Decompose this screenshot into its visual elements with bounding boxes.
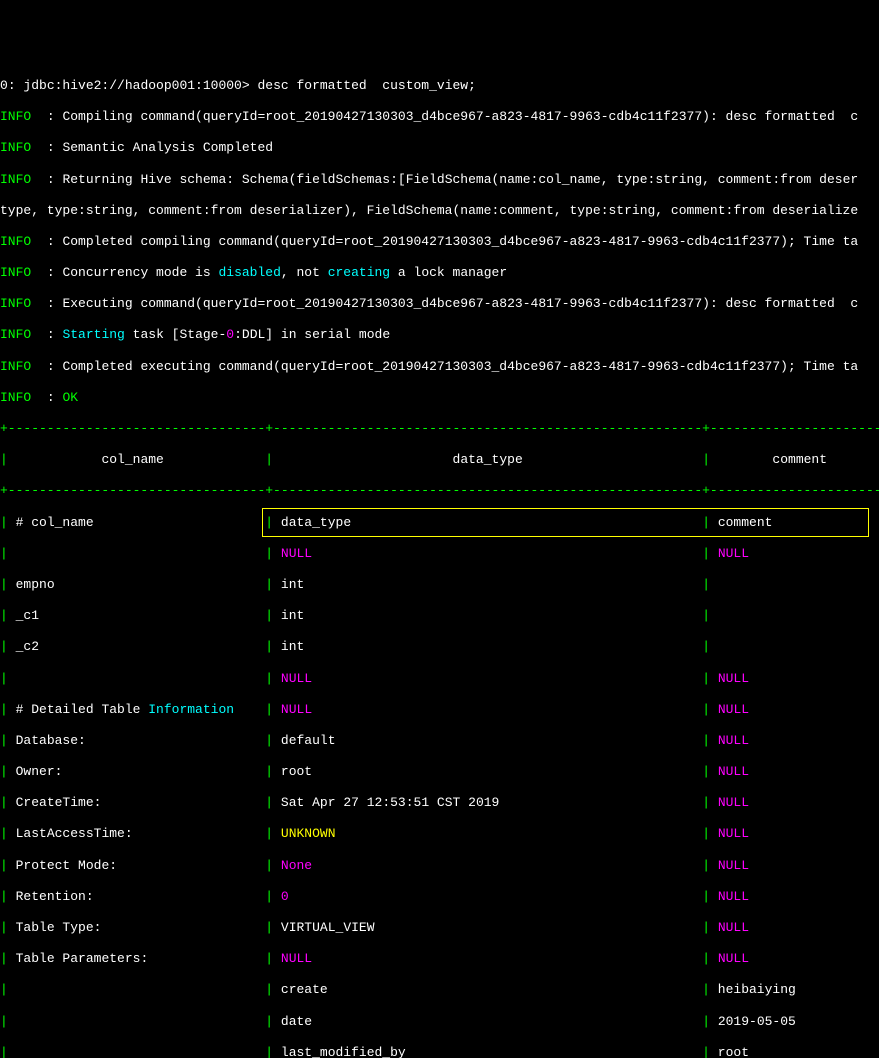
table-row: | CreateTime: | Sat Apr 27 12:53:51 CST … xyxy=(0,795,879,811)
log-line: INFO : Concurrency mode is disabled, not… xyxy=(0,265,879,281)
command-input[interactable]: desc formatted custom_view; xyxy=(257,78,475,93)
header-col2: data_type xyxy=(453,452,523,467)
table-separator: +---------------------------------+-----… xyxy=(0,421,879,437)
log-line: type, type:string, comment:from deserial… xyxy=(0,203,879,219)
prompt-path: jdbc:hive2://hadoop001:10000 xyxy=(23,78,241,93)
table-row: | _c2 | int | | xyxy=(0,639,879,655)
table-row: | # Detailed Table Information | NULL | … xyxy=(0,702,879,718)
table-row: | # col_name | data_type | comment | xyxy=(0,515,879,531)
log-line: INFO : Starting task [Stage-0:DDL] in se… xyxy=(0,327,879,343)
log-line: INFO : Completed executing command(query… xyxy=(0,359,879,375)
table-row: | Protect Mode: | None | NULL | xyxy=(0,858,879,874)
prompt-number: 0 xyxy=(0,78,8,93)
table-row: | | date | 2019-05-05 | xyxy=(0,1014,879,1030)
prompt-line[interactable]: 0: jdbc:hive2://hadoop001:10000> desc fo… xyxy=(0,78,879,94)
table-row: | Database: | default | NULL | xyxy=(0,733,879,749)
table-row: | Retention: | 0 | NULL | xyxy=(0,889,879,905)
table-row: | | last_modified_by | root | xyxy=(0,1045,879,1058)
log-line: INFO : Completed compiling command(query… xyxy=(0,234,879,250)
table-row: | | NULL | NULL | xyxy=(0,671,879,687)
table-row: | | create | heibaiying | xyxy=(0,982,879,998)
log-line: INFO : Returning Hive schema: Schema(fie… xyxy=(0,172,879,188)
log-line: INFO : OK xyxy=(0,390,879,406)
log-line: INFO : Semantic Analysis Completed xyxy=(0,140,879,156)
log-line: INFO : Compiling command(queryId=root_20… xyxy=(0,109,879,125)
table-row: | LastAccessTime: | UNKNOWN | NULL | xyxy=(0,826,879,842)
header-col3: comment xyxy=(772,452,827,467)
table-row: | Table Type: | VIRTUAL_VIEW | NULL | xyxy=(0,920,879,936)
terminal-output: 0: jdbc:hive2://hadoop001:10000> desc fo… xyxy=(0,62,879,1058)
table-header-row: | col_name | data_type | comment | xyxy=(0,452,879,468)
table-row: | _c1 | int | | xyxy=(0,608,879,624)
table-row: | Owner: | root | NULL | xyxy=(0,764,879,780)
table-row: | Table Parameters: | NULL | NULL | xyxy=(0,951,879,967)
log-line: INFO : Executing command(queryId=root_20… xyxy=(0,296,879,312)
table-row: | | NULL | NULL | xyxy=(0,546,879,562)
header-col1: col_name xyxy=(101,452,163,467)
table-row: | empno | int | | xyxy=(0,577,879,593)
table-separator: +---------------------------------+-----… xyxy=(0,483,879,499)
